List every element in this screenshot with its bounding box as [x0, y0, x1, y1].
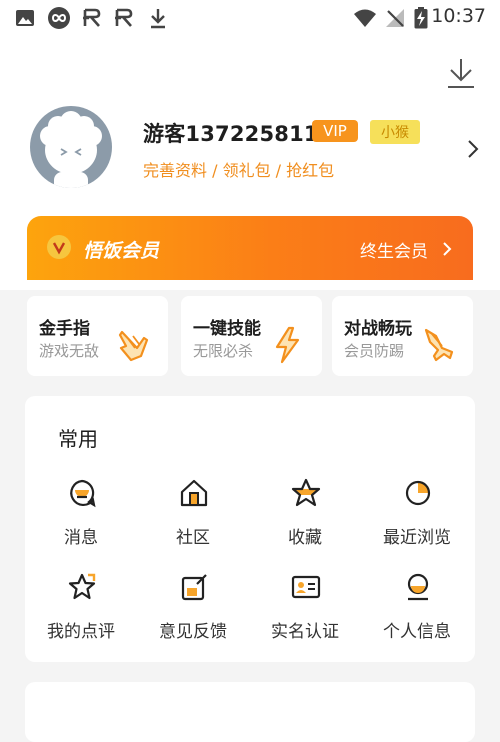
chevron-right-icon — [441, 240, 453, 262]
feature-subtitle: 游戏无敌 — [39, 342, 100, 360]
membership-action[interactable]: 终生会员 — [360, 237, 428, 262]
status-bar: 10:37 — [0, 0, 500, 36]
feature-card-golden-finger[interactable]: 金手指 游戏无敌 — [27, 296, 168, 376]
grid-item-messages[interactable]: 消息 — [25, 478, 137, 558]
message-icon — [70, 479, 96, 508]
grid-item-personal-info[interactable]: 个人信息 — [361, 572, 473, 652]
feature-title: 对战畅玩 — [344, 319, 412, 339]
username: 游客137225811 — [143, 122, 319, 146]
feature-subtitle: 会员防踢 — [344, 342, 405, 360]
vip-badge: VIP — [312, 120, 358, 142]
feature-card-one-key-skill[interactable]: 一键技能 无限必杀 — [181, 296, 322, 376]
personal-info-icon — [407, 573, 429, 601]
grid-label: 社区 — [176, 528, 210, 548]
profile-links[interactable]: 完善资料 / 领礼包 / 抢红包 — [143, 157, 334, 181]
lightning-icon — [275, 326, 300, 364]
avatar[interactable] — [30, 106, 112, 188]
grid-item-real-name[interactable]: 实名认证 — [249, 572, 361, 652]
golden-finger-icon — [118, 330, 149, 362]
membership-banner[interactable]: 悟饭会员 终生会员 — [27, 216, 473, 280]
bug-icon — [80, 7, 106, 29]
wifi-icon — [352, 7, 378, 29]
bug-icon — [112, 7, 138, 29]
grid-item-community[interactable]: 社区 — [137, 478, 249, 558]
level-badge: 小猴 — [370, 120, 420, 144]
grid-label: 实名认证 — [271, 622, 339, 642]
grid-label: 收藏 — [288, 528, 322, 548]
feature-subtitle: 无限必杀 — [193, 342, 254, 360]
download-icon — [448, 59, 474, 88]
section-title: 常用 — [58, 427, 98, 451]
vip-logo-icon — [47, 235, 71, 259]
common-panel: 常用 消息 社区 收藏 最近浏览 我的点评 意见反馈 实名认证 个人信息 — [25, 396, 475, 662]
battle-plane-icon — [424, 328, 454, 362]
download-button[interactable] — [442, 54, 480, 92]
profile-chevron-icon[interactable] — [462, 136, 484, 162]
monkey-avatar-icon — [40, 111, 102, 188]
feature-card-battle[interactable]: 对战畅玩 会员防踢 — [332, 296, 473, 376]
battery-charging-icon — [413, 7, 429, 29]
status-time: 10:37 — [431, 5, 486, 27]
grid-item-feedback[interactable]: 意见反馈 — [137, 572, 249, 652]
grid-label: 消息 — [64, 528, 98, 548]
feedback-icon — [181, 574, 207, 601]
recent-icon — [405, 480, 431, 506]
favorite-icon — [291, 478, 321, 507]
grid-item-favorites[interactable]: 收藏 — [249, 478, 361, 558]
download-arrow-icon — [148, 7, 168, 29]
grid-label: 我的点评 — [47, 622, 115, 642]
feature-title: 金手指 — [39, 319, 90, 339]
review-icon — [68, 573, 96, 600]
grid-item-recent[interactable]: 最近浏览 — [361, 478, 473, 558]
grid-label: 最近浏览 — [383, 528, 451, 548]
no-signal-icon — [384, 7, 406, 29]
grid-item-reviews[interactable]: 我的点评 — [25, 572, 137, 652]
next-section-panel — [25, 682, 475, 742]
image-icon — [14, 7, 36, 29]
feature-title: 一键技能 — [193, 319, 261, 339]
grid-label: 个人信息 — [383, 622, 451, 642]
id-card-icon — [291, 575, 321, 599]
membership-title: 悟饭会员 — [83, 240, 160, 262]
infinity-icon — [46, 7, 72, 29]
community-icon — [180, 479, 208, 507]
grid-label: 意见反馈 — [159, 622, 227, 642]
